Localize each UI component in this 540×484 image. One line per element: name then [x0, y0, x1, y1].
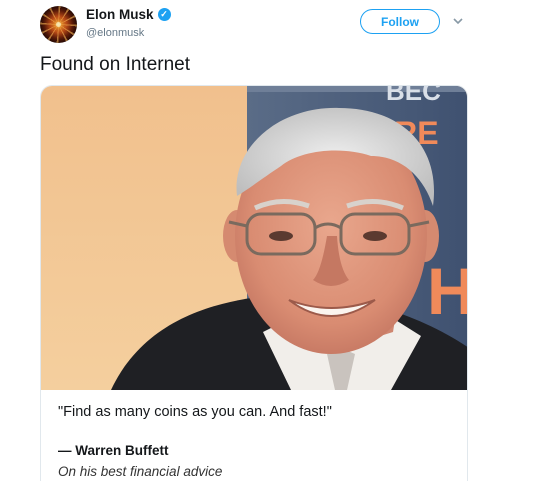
- chevron-down-icon[interactable]: [452, 15, 464, 27]
- card-author: — Warren Buffett: [58, 443, 169, 458]
- avatar[interactable]: [40, 6, 77, 43]
- card-image: BEC RRE H: [41, 86, 468, 390]
- link-card[interactable]: BEC RRE H "Find a: [40, 85, 468, 481]
- verified-badge-icon: ✓: [157, 8, 171, 21]
- user-name-row[interactable]: Elon Musk ✓: [86, 7, 171, 22]
- backdrop-text-top: BEC: [386, 86, 441, 106]
- follow-button[interactable]: Follow: [360, 9, 440, 34]
- display-name[interactable]: Elon Musk: [86, 7, 154, 22]
- card-quote: "Find as many coins as you can. And fast…: [58, 404, 332, 420]
- backdrop-letter: H: [427, 254, 468, 328]
- card-caption: On his best financial advice: [58, 464, 223, 479]
- user-handle[interactable]: @elonmusk: [86, 27, 144, 39]
- tweet-text: Found on Internet: [40, 54, 190, 75]
